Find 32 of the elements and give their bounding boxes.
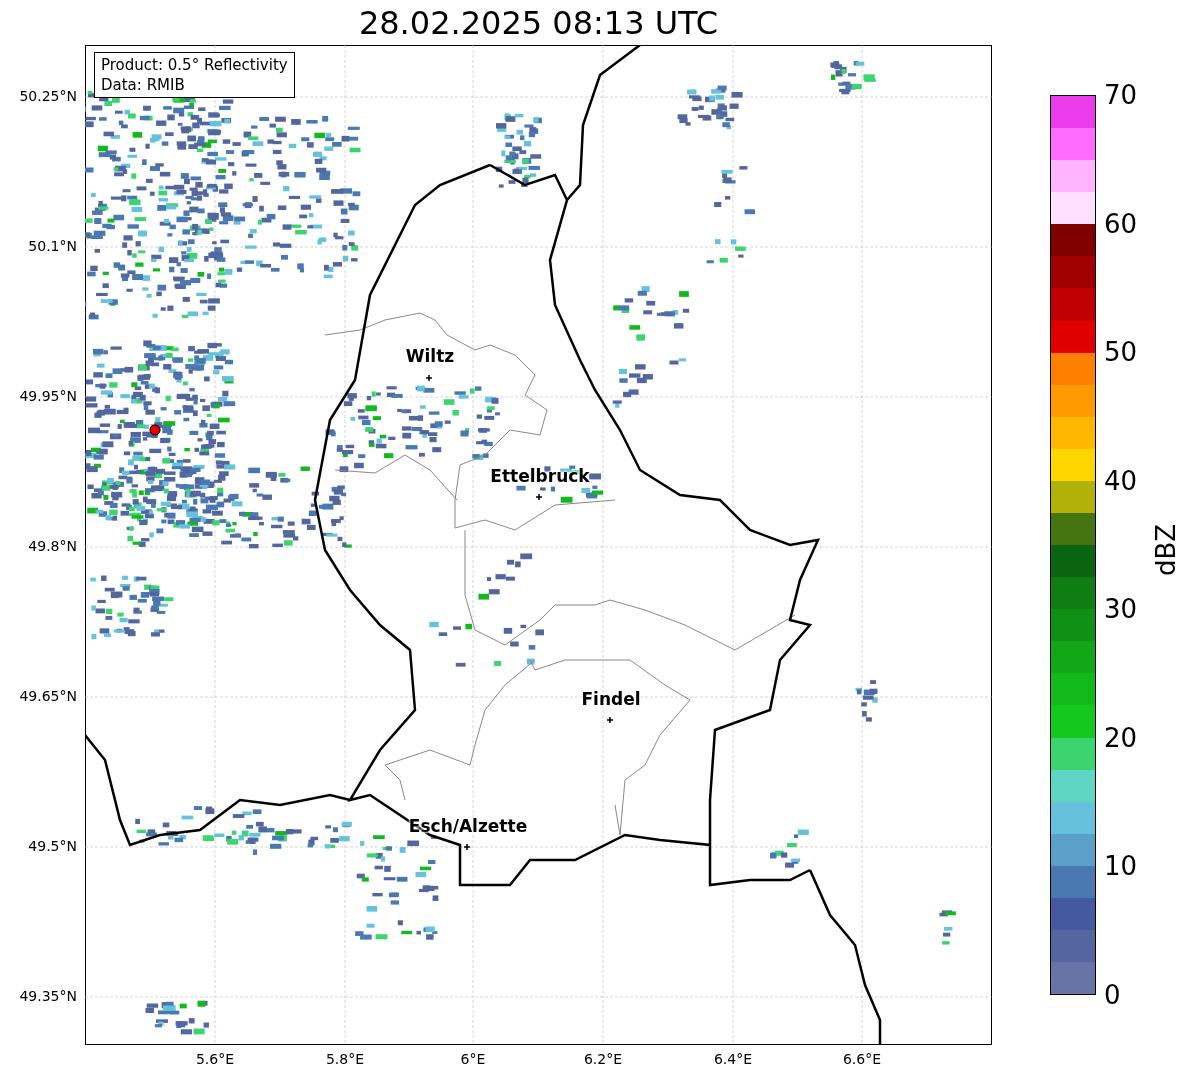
longitude-label: 5.8°E (325, 1051, 365, 1067)
latitude-label: 49.95°N (19, 388, 77, 404)
longitude-label: 6.4°E (713, 1051, 753, 1067)
colorbar-tick-label: 30 (1104, 594, 1138, 625)
colorbar-tick-label: 40 (1104, 465, 1138, 496)
colorbar-tick-label: 70 (1104, 80, 1138, 110)
latitude-label: 49.8°N (28, 538, 77, 554)
colorbar-tick-label: 60 (1104, 208, 1138, 239)
longitude-label: 6.2°E (583, 1051, 623, 1067)
city-marker-icon (606, 716, 614, 724)
longitude-label: 6.6°E (842, 1051, 882, 1067)
colorbar-tick-label: 0 (1104, 980, 1121, 1010)
city-marker-icon (425, 374, 433, 382)
latitude-label: 49.35°N (19, 988, 77, 1004)
latitude-label: 49.5°N (28, 838, 77, 854)
info-text: Product: 0.5° Reflectivity (101, 55, 288, 75)
longitude-label: 6°E (460, 1051, 486, 1067)
info-text: Data: RMIB (101, 75, 186, 95)
colorbar-tick-label: 20 (1104, 722, 1138, 753)
latitude-label: 50.25°N (19, 88, 77, 104)
colorbar-label: dBZ (1151, 523, 1182, 577)
latitude-label: 49.65°N (19, 688, 77, 704)
city-marker-icon (535, 493, 543, 501)
longitude-label: 5.6°E (195, 1051, 235, 1067)
radar-site-marker (149, 424, 161, 436)
city-label: Wiltz (405, 346, 455, 366)
city-label: Findel (581, 689, 641, 709)
city-marker-icon (463, 843, 471, 851)
colorbar-tick-label: 50 (1104, 337, 1138, 368)
colorbar-tick-label: 10 (1104, 851, 1138, 882)
map-title: 28.02.2025 08:13 UTC (357, 4, 720, 42)
latitude-label: 50.1°N (28, 238, 77, 254)
